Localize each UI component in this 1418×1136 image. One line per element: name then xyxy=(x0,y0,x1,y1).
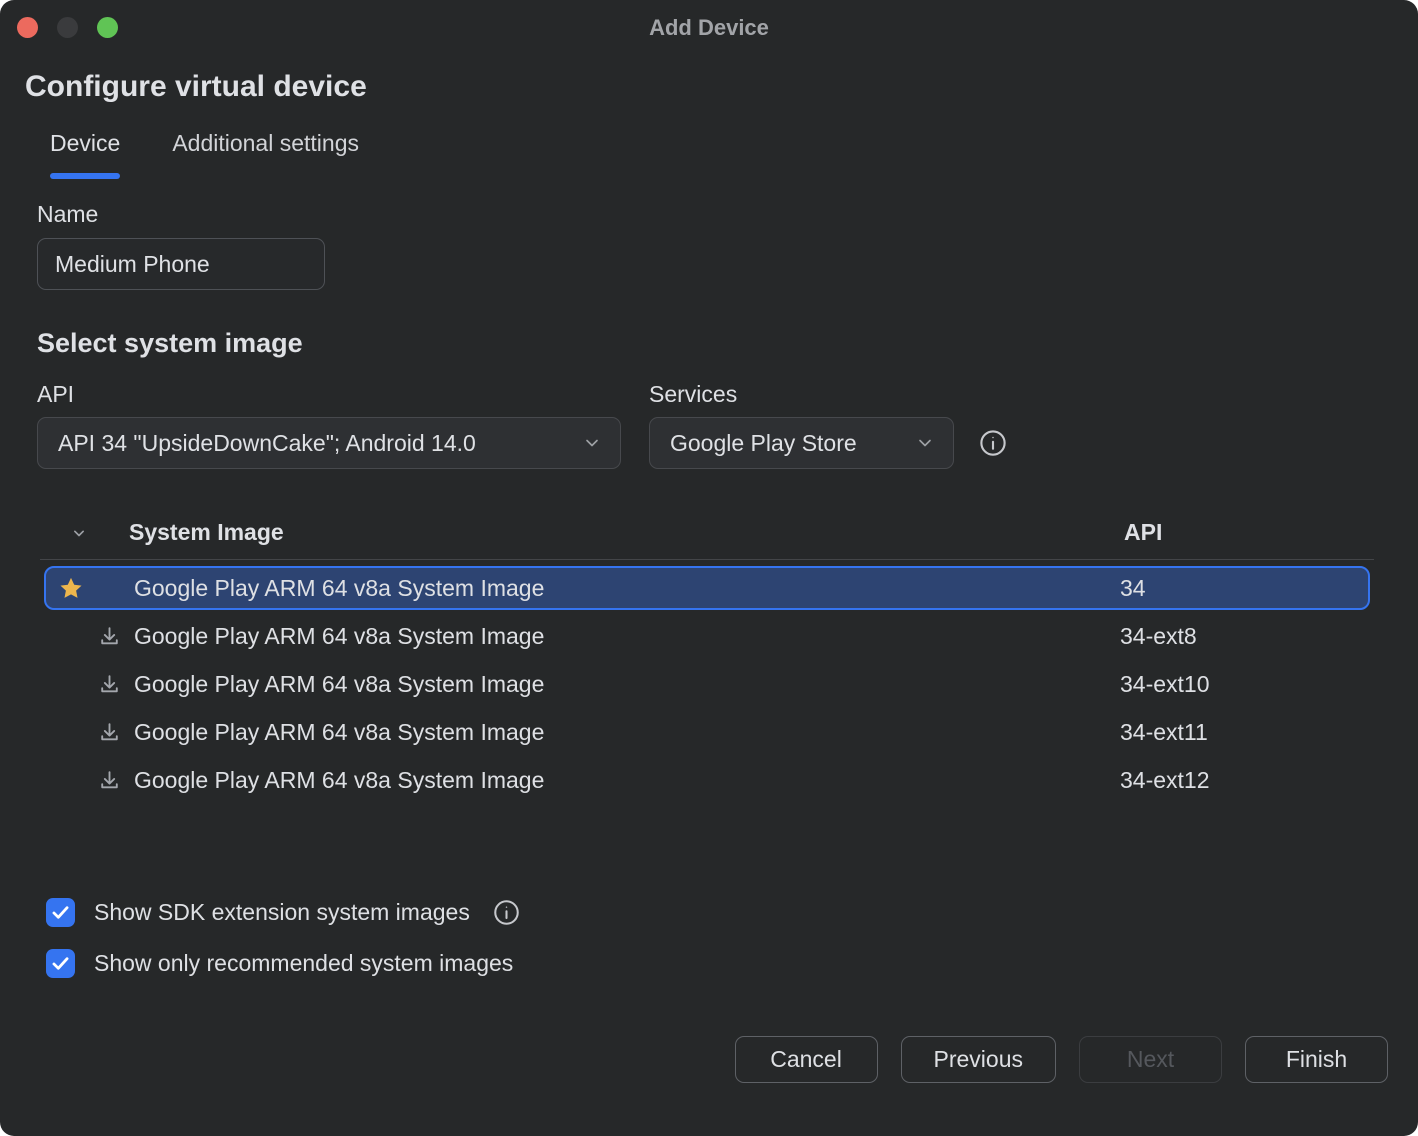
system-image-table: System Image API Google Play ARM 64 v8a … xyxy=(40,519,1374,802)
dialog-content: Configure virtual device Device Addition… xyxy=(0,70,1418,1083)
check-icon xyxy=(50,902,71,923)
table-row[interactable]: Google Play ARM 64 v8a System Image 34-e… xyxy=(44,710,1370,754)
filter-checkboxes: Show SDK extension system images Show on… xyxy=(46,898,1388,978)
select-system-image-heading: Select system image xyxy=(37,328,1388,359)
sdk-extension-info-icon[interactable] xyxy=(492,898,521,927)
system-image-name: Google Play ARM 64 v8a System Image xyxy=(134,719,1120,746)
system-image-api: 34-ext10 xyxy=(1120,671,1368,698)
window-title: Add Device xyxy=(0,0,1418,56)
table-row[interactable]: Google Play ARM 64 v8a System Image 34-e… xyxy=(44,662,1370,706)
services-label: Services xyxy=(649,381,954,408)
api-label: API xyxy=(37,381,621,408)
system-image-name: Google Play ARM 64 v8a System Image xyxy=(134,767,1120,794)
chevron-down-icon xyxy=(582,433,602,453)
table-body: Google Play ARM 64 v8a System Image 34 G… xyxy=(40,566,1374,802)
next-button[interactable]: Next xyxy=(1079,1036,1222,1083)
system-image-name: Google Play ARM 64 v8a System Image xyxy=(134,623,1120,650)
checkbox-label: Show only recommended system images xyxy=(94,950,513,977)
checkbox-checked[interactable] xyxy=(46,898,75,927)
checkbox-checked[interactable] xyxy=(46,949,75,978)
star-icon xyxy=(58,575,84,602)
page-title: Configure virtual device xyxy=(25,70,1388,104)
download-icon xyxy=(96,720,122,745)
name-label: Name xyxy=(37,201,1388,228)
services-dropdown[interactable]: Google Play Store xyxy=(649,417,954,469)
tab-device-label: Device xyxy=(50,130,120,173)
system-image-api: 34-ext12 xyxy=(1120,767,1368,794)
system-image-api: 34-ext8 xyxy=(1120,623,1368,650)
column-header-system-image: System Image xyxy=(129,519,1124,546)
system-image-api: 34 xyxy=(1120,575,1368,602)
previous-button[interactable]: Previous xyxy=(901,1036,1056,1083)
services-selector: Services Google Play Store xyxy=(649,381,954,469)
tab-device[interactable]: Device xyxy=(24,130,146,179)
table-header: System Image API xyxy=(40,519,1374,560)
system-image-name: Google Play ARM 64 v8a System Image xyxy=(134,671,1120,698)
chevron-down-icon xyxy=(915,433,935,453)
tab-additional-settings[interactable]: Additional settings xyxy=(146,130,385,179)
download-icon xyxy=(96,768,122,793)
checkbox-show-sdk-extension[interactable]: Show SDK extension system images xyxy=(46,898,1388,927)
checkbox-label: Show SDK extension system images xyxy=(94,899,470,926)
add-device-dialog: Add Device Configure virtual device Devi… xyxy=(0,0,1418,1136)
api-dropdown-value: API 34 "UpsideDownCake"; Android 14.0 xyxy=(58,430,476,457)
check-icon xyxy=(50,953,71,974)
device-name-input[interactable] xyxy=(37,238,325,290)
image-filters-row: API API 34 "UpsideDownCake"; Android 14.… xyxy=(37,381,1388,469)
system-image-api: 34-ext11 xyxy=(1120,719,1368,746)
cancel-button[interactable]: Cancel xyxy=(735,1036,878,1083)
tab-bar: Device Additional settings xyxy=(24,130,1388,179)
system-image-name: Google Play ARM 64 v8a System Image xyxy=(134,575,1120,602)
finish-button[interactable]: Finish xyxy=(1245,1036,1388,1083)
collapse-chevron-icon[interactable] xyxy=(66,523,92,543)
services-info-icon[interactable] xyxy=(978,417,1008,469)
table-row-selected[interactable]: Google Play ARM 64 v8a System Image 34 xyxy=(44,566,1370,610)
checkbox-show-only-recommended[interactable]: Show only recommended system images xyxy=(46,949,1388,978)
download-icon xyxy=(96,624,122,649)
tab-additional-settings-label: Additional settings xyxy=(172,130,359,173)
titlebar: Add Device xyxy=(0,0,1418,56)
footer-button-bar: Cancel Previous Next Finish xyxy=(37,1036,1388,1083)
column-header-api: API xyxy=(1124,519,1374,546)
active-tab-indicator xyxy=(50,173,120,179)
services-dropdown-value: Google Play Store xyxy=(670,430,857,457)
table-row[interactable]: Google Play ARM 64 v8a System Image 34-e… xyxy=(44,614,1370,658)
download-icon xyxy=(96,672,122,697)
table-row[interactable]: Google Play ARM 64 v8a System Image 34-e… xyxy=(44,758,1370,802)
api-selector: API API 34 "UpsideDownCake"; Android 14.… xyxy=(37,381,621,469)
api-dropdown[interactable]: API 34 "UpsideDownCake"; Android 14.0 xyxy=(37,417,621,469)
